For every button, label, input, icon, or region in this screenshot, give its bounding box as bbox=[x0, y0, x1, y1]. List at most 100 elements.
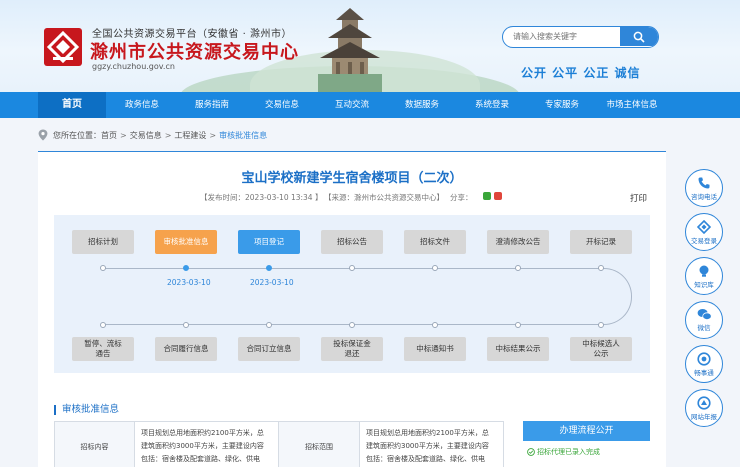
step-award-notice[interactable]: 中标通知书 bbox=[404, 337, 466, 361]
flow-dot bbox=[349, 265, 355, 271]
flow-dot bbox=[266, 265, 272, 271]
article-card: 宝山学校新建学生宿舍楼项目（二次） 【发布时间：2023-03-10 13:34… bbox=[38, 152, 666, 467]
flow-dot bbox=[100, 322, 106, 328]
approval-table: 招标内容 项目规划总用地面积约2100平方米，总 建筑面积约3000平方米，主要… bbox=[54, 421, 504, 467]
section-title: 审核批准信息 bbox=[54, 405, 119, 415]
article-source: 【来源：滁州市公共资源交易中心】 bbox=[324, 193, 444, 202]
table-cell: 项目规划总用地面积约2100平方米，总 建筑面积约3000平方米，主要建设内容 … bbox=[360, 422, 503, 467]
breadcrumb-engineering[interactable]: 工程建设 bbox=[174, 130, 206, 141]
nav-home[interactable]: 首页 bbox=[38, 92, 106, 118]
step-label: 通告 bbox=[95, 349, 111, 358]
process-item-label: 招标代理已录入完成 bbox=[537, 448, 600, 456]
step-label: 退还 bbox=[344, 349, 360, 358]
step-deposit-refund[interactable]: 投标保证金 退还 bbox=[321, 337, 383, 361]
step-label: 投标保证金 bbox=[333, 339, 371, 348]
wechat-icon bbox=[697, 309, 712, 320]
step-contract-signing[interactable]: 合同订立信息 bbox=[238, 337, 300, 361]
rail-label: 畅事通 bbox=[694, 368, 714, 377]
flow-dot bbox=[598, 265, 604, 271]
breadcrumb-separator: > bbox=[164, 130, 172, 140]
process-item: 招标代理已录入完成 bbox=[523, 447, 650, 457]
step-approval-info[interactable]: 审核批准信息 bbox=[155, 230, 217, 254]
location-pin-icon bbox=[38, 129, 48, 141]
flow-dot bbox=[432, 322, 438, 328]
flow-dot bbox=[349, 322, 355, 328]
step-contract-performance[interactable]: 合同履行信息 bbox=[155, 337, 217, 361]
rail-changshitong[interactable]: 畅事通 bbox=[685, 345, 723, 383]
step-label: 暂停、流标 bbox=[84, 339, 122, 348]
nav-gov-info[interactable]: 政务信息 bbox=[108, 92, 176, 118]
weibo-share-icon[interactable] bbox=[494, 192, 502, 200]
knowledge-icon bbox=[699, 265, 709, 277]
breadcrumb-trade-info[interactable]: 交易信息 bbox=[130, 130, 162, 141]
nav-system-login[interactable]: 系统登录 bbox=[458, 92, 526, 118]
step-bid-plan[interactable]: 招标计划 bbox=[72, 230, 134, 254]
nav-interaction[interactable]: 互动交流 bbox=[318, 92, 386, 118]
step-label: 中标候选人 bbox=[582, 339, 620, 348]
step-bid-docs[interactable]: 招标文件 bbox=[404, 230, 466, 254]
phone-icon bbox=[698, 177, 710, 188]
report-icon bbox=[697, 395, 711, 410]
search-button[interactable] bbox=[620, 27, 658, 46]
rail-trade-login[interactable]: 交易登录 bbox=[685, 213, 723, 251]
nav-market-entity[interactable]: 市场主体信息 bbox=[598, 92, 666, 118]
breadcrumb-separator: > bbox=[209, 130, 217, 140]
flow-track bbox=[103, 268, 632, 325]
table-cell: 项目规划总用地面积约2100平方米，总 建筑面积约3000平方米，主要建设内容 … bbox=[135, 422, 279, 467]
rail-label: 知识库 bbox=[694, 280, 714, 289]
rail-knowledge[interactable]: 知识库 bbox=[685, 257, 723, 295]
table-label: 招标内容 bbox=[55, 422, 135, 467]
flow-dot bbox=[515, 322, 521, 328]
site-logo-icon[interactable] bbox=[44, 28, 82, 66]
article-title: 宝山学校新建学生宿舍楼项目（二次） bbox=[241, 171, 463, 186]
table-line: 项目规划总用地面积约2100平方米，总 bbox=[366, 429, 489, 437]
table-line: 包括：宿舍楼及配套道路、绿化、供电 bbox=[141, 455, 260, 463]
nav-expert-service[interactable]: 专家服务 bbox=[528, 92, 596, 118]
table-line: 项目规划总用地面积约2100平方米，总 bbox=[141, 429, 264, 437]
rail-label: 交易登录 bbox=[691, 236, 717, 245]
step-bid-notice[interactable]: 招标公告 bbox=[321, 230, 383, 254]
nav-service-guide[interactable]: 服务指南 bbox=[178, 92, 246, 118]
site-header: 全国公共资源交易平台（安徽省 · 滁州市） 滁州市公共资源交易中心 ggzy.c… bbox=[0, 0, 740, 92]
site-url: ggzy.chuzhou.gov.cn bbox=[92, 62, 175, 71]
breadcrumb-current[interactable]: 审核批准信息 bbox=[219, 130, 267, 141]
nav-data-service[interactable]: 数据服务 bbox=[388, 92, 456, 118]
print-button[interactable]: 打印 bbox=[630, 192, 647, 204]
flow-dot bbox=[432, 265, 438, 271]
chat-icon bbox=[697, 351, 711, 366]
step-opening-record[interactable]: 开标记录 bbox=[570, 230, 632, 254]
flow-dot bbox=[100, 265, 106, 271]
table-line: 建筑面积约3000平方米，主要建设内容 bbox=[366, 442, 489, 450]
process-panel: 办理流程公开 招标代理已录入完成 bbox=[523, 421, 650, 467]
flow-dot bbox=[598, 322, 604, 328]
flow-dot bbox=[515, 265, 521, 271]
rail-annual-report[interactable]: 网站年报 bbox=[685, 389, 723, 427]
table-line: 包括：宿舍楼及配套道路、绿化、供电 bbox=[366, 455, 485, 463]
step-candidate-publicity[interactable]: 中标候选人 公示 bbox=[570, 337, 632, 361]
share-label: 分享： bbox=[450, 193, 473, 202]
site-name[interactable]: 滁州市公共资源交易中心 bbox=[90, 38, 299, 64]
step-clarification[interactable]: 澄清修改公告 bbox=[487, 230, 549, 254]
step-date: 2023-03-10 bbox=[250, 278, 294, 287]
main-nav: 首页 政务信息 服务指南 交易信息 互动交流 数据服务 系统登录 专家服务 市场… bbox=[0, 92, 740, 118]
process-title: 办理流程公开 bbox=[523, 421, 650, 441]
check-circle-icon bbox=[527, 448, 535, 456]
search-input[interactable] bbox=[503, 27, 621, 46]
step-suspension-notice[interactable]: 暂停、流标 通告 bbox=[72, 337, 134, 361]
rail-wechat[interactable]: 微信 bbox=[685, 301, 723, 339]
step-label: 公示 bbox=[593, 349, 609, 358]
rail-label: 咨询电话 bbox=[691, 192, 717, 201]
search-box bbox=[502, 26, 659, 48]
step-project-register[interactable]: 项目登记 bbox=[238, 230, 300, 254]
step-award-result[interactable]: 中标结果公示 bbox=[487, 337, 549, 361]
nav-trade-info[interactable]: 交易信息 bbox=[248, 92, 316, 118]
breadcrumb-prefix: 您所在位置： bbox=[53, 130, 101, 140]
publish-time: 【发布时间：2023-03-10 13:34 】 bbox=[200, 193, 323, 202]
breadcrumb-separator: > bbox=[120, 130, 127, 140]
rail-consult-phone[interactable]: 咨询电话 bbox=[685, 169, 723, 207]
login-icon bbox=[697, 219, 711, 234]
wechat-share-icon[interactable] bbox=[483, 192, 491, 200]
flow-dot bbox=[183, 265, 189, 271]
table-line: 建筑面积约3000平方米，主要建设内容 bbox=[141, 442, 264, 450]
breadcrumb-home[interactable]: 首页 bbox=[101, 130, 117, 141]
